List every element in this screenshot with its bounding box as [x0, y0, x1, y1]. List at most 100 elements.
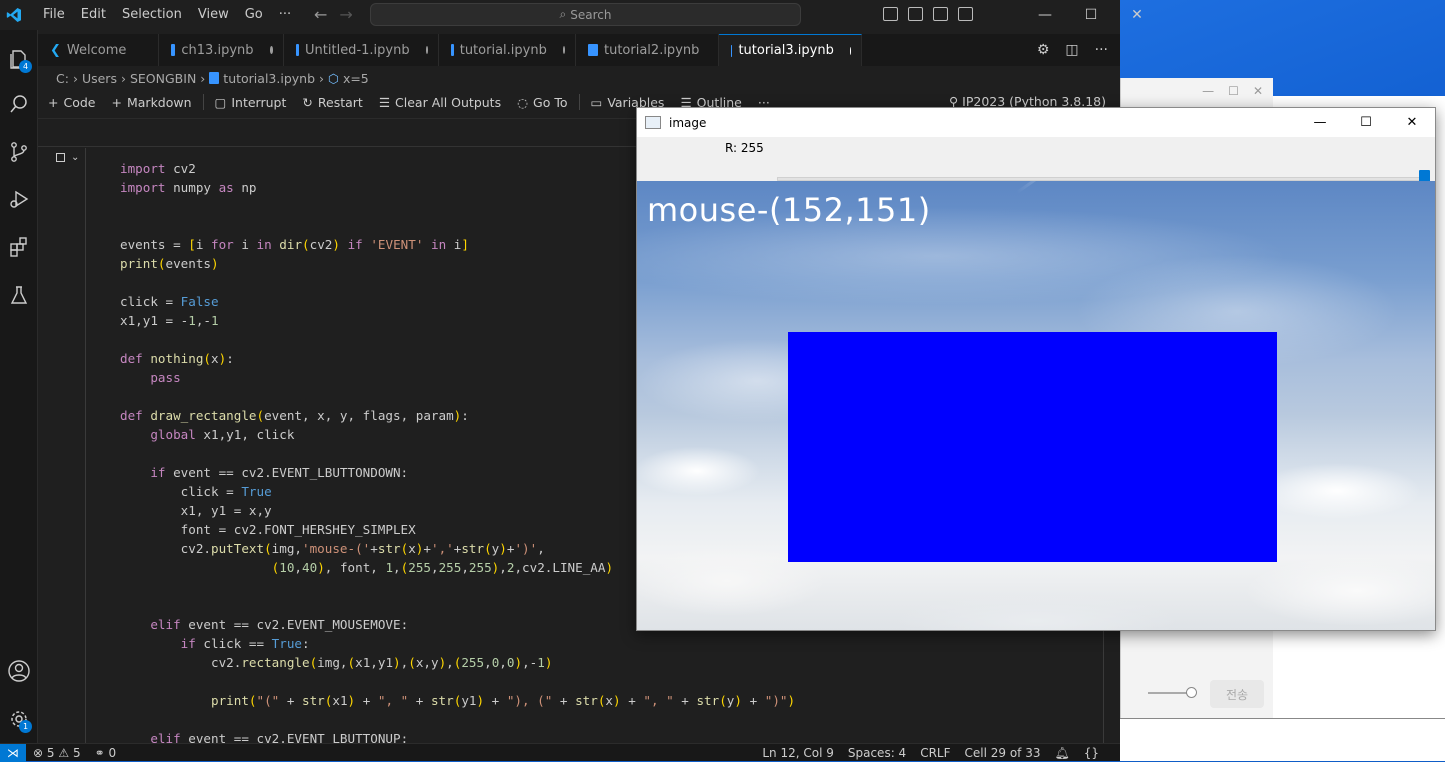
- command-search[interactable]: ⌕ Search: [370, 3, 801, 26]
- status-bar: ⋊ ⊗ 5 ⚠ 5 ⚭ 0 Ln 12, Col 9 Spaces: 4 CRL…: [0, 743, 1120, 762]
- toggle-secondary-sidebar-icon[interactable]: [933, 7, 948, 21]
- menu-selection[interactable]: Selection: [114, 0, 190, 30]
- go-to-button[interactable]: ◌ Go To: [509, 95, 575, 110]
- chevron-right-icon: ›: [319, 70, 325, 86]
- stop-square-icon: ▢: [214, 94, 227, 110]
- variables-icon: ▭: [590, 94, 603, 110]
- add-markdown-cell-button[interactable]: + Markdown: [104, 95, 200, 110]
- code-line[interactable]: print("(" + str(x1) + ", " + str(y1) + "…: [120, 691, 795, 710]
- problems-status[interactable]: ⊗ 5 ⚠ 5: [26, 746, 88, 760]
- braces-icon[interactable]: {}: [1077, 746, 1106, 760]
- customize-layout-icon[interactable]: [958, 7, 973, 21]
- cell-run-status-icon[interactable]: [56, 153, 65, 162]
- breadcrumb-users[interactable]: Users: [82, 71, 117, 86]
- account-icon[interactable]: [0, 652, 38, 690]
- notebook-icon: [588, 44, 598, 56]
- image-window-title: image: [669, 115, 707, 130]
- breadcrumb-user[interactable]: SEONGBIN: [130, 71, 196, 86]
- button-label: Markdown: [126, 94, 192, 110]
- close-icon[interactable]: ✕: [1389, 108, 1435, 137]
- trackbar-r: R: 255: [637, 137, 1435, 190]
- split-editor-icon[interactable]: ◫: [1065, 42, 1078, 58]
- chevron-down-icon[interactable]: ⌄: [71, 152, 79, 163]
- settings-gear-icon[interactable]: 1: [0, 700, 38, 738]
- code-line[interactable]: [120, 710, 795, 729]
- cell-position[interactable]: Cell 29 of 33: [958, 746, 1048, 760]
- minimize-icon[interactable]: —: [1028, 0, 1062, 30]
- close-icon[interactable]: ✕: [1253, 84, 1263, 100]
- maximize-icon[interactable]: ☐: [1343, 108, 1389, 137]
- tab-welcome[interactable]: ❮ Welcome: [38, 34, 159, 66]
- tab-label: tutorial2.ipynb: [604, 42, 700, 58]
- cell-controls: ⌄: [56, 152, 79, 163]
- notifications-bell-icon[interactable]: 🔔︎: [1047, 746, 1076, 760]
- code-line[interactable]: if click == True:: [120, 634, 795, 653]
- cursor-position[interactable]: Ln 12, Col 9: [755, 746, 841, 760]
- menu-file[interactable]: File: [35, 0, 73, 30]
- unsaved-dot-icon[interactable]: [562, 46, 565, 54]
- unsaved-dot-icon[interactable]: [849, 46, 851, 55]
- warning-icon: ⚠: [58, 745, 70, 760]
- line-ending[interactable]: CRLF: [913, 746, 957, 760]
- background-strip: [1120, 718, 1445, 761]
- maximize-icon[interactable]: ☐: [1074, 0, 1108, 30]
- interrupt-button[interactable]: ▢ Interrupt: [207, 95, 295, 110]
- image-window-titlebar[interactable]: image — ☐ ✕: [637, 108, 1435, 137]
- ports-status[interactable]: ⚭ 0: [88, 746, 124, 760]
- background-slider-knob[interactable]: [1186, 687, 1197, 698]
- notebook-icon: [209, 72, 220, 84]
- tab-tutorial2[interactable]: tutorial2.ipynb: [576, 34, 719, 66]
- notebook-icon: [296, 44, 300, 56]
- explorer-icon[interactable]: 4: [0, 40, 38, 78]
- sky-image-canvas[interactable]: mouse-(152,151): [637, 181, 1435, 630]
- maximize-icon[interactable]: ☐: [1228, 84, 1239, 100]
- unsaved-dot-icon[interactable]: [425, 46, 428, 54]
- forward-arrow-icon[interactable]: →: [339, 5, 352, 24]
- go-to-icon: ◌: [517, 94, 529, 110]
- testing-flask-icon[interactable]: [0, 276, 38, 314]
- send-button[interactable]: 전송: [1210, 680, 1264, 708]
- opencv-image-window[interactable]: image — ☐ ✕ R: 255 mouse-(152,151): [636, 107, 1436, 631]
- breadcrumb-drive[interactable]: C:: [56, 71, 69, 86]
- tab-untitled-1[interactable]: Untitled-1.ipynb: [284, 34, 439, 66]
- search-icon[interactable]: [0, 85, 38, 123]
- minimize-icon[interactable]: —: [1202, 84, 1214, 100]
- button-label: Go To: [533, 94, 568, 110]
- code-line[interactable]: cv2.rectangle(img,(x1,y1),(x,y),(255,0,0…: [120, 653, 795, 672]
- close-icon[interactable]: ✕: [1120, 0, 1154, 30]
- toggle-panel-icon[interactable]: [908, 7, 923, 21]
- unsaved-dot-icon[interactable]: [269, 46, 273, 54]
- sky-light-streak: [1016, 181, 1231, 194]
- indentation[interactable]: Spaces: 4: [841, 746, 913, 760]
- plus-icon: +: [48, 94, 59, 110]
- menu-go[interactable]: Go: [237, 0, 271, 30]
- remote-icon[interactable]: ⋊: [0, 743, 26, 762]
- add-code-cell-button[interactable]: + Code: [40, 95, 104, 110]
- tab-tutorial3[interactable]: tutorial3.ipynb: [719, 34, 862, 66]
- button-label: Interrupt: [231, 94, 287, 110]
- minimize-icon[interactable]: —: [1297, 108, 1343, 137]
- restart-button[interactable]: ↻ Restart: [294, 95, 370, 110]
- menu-bar: File Edit Selection View Go ···: [35, 0, 299, 30]
- source-control-icon[interactable]: [0, 133, 38, 171]
- vscode-logo-icon: ❮: [50, 42, 61, 58]
- code-line[interactable]: [120, 672, 795, 691]
- menu-view[interactable]: View: [190, 0, 237, 30]
- activity-bar: 4 1: [0, 30, 38, 761]
- menu-more[interactable]: ···: [271, 0, 299, 30]
- menu-edit[interactable]: Edit: [73, 0, 114, 30]
- window-app-icon: [645, 116, 661, 129]
- clear-all-outputs-button[interactable]: ☰ Clear All Outputs: [371, 95, 509, 110]
- tab-ch13[interactable]: ch13.ipynb: [159, 34, 284, 66]
- breadcrumb-file[interactable]: tutorial3.ipynb: [223, 71, 315, 86]
- more-actions-icon[interactable]: ···: [1095, 42, 1108, 58]
- toggle-primary-sidebar-icon[interactable]: [883, 7, 898, 21]
- extensions-icon[interactable]: [0, 228, 38, 266]
- chevron-right-icon: ›: [120, 70, 126, 86]
- search-placeholder: Search: [570, 7, 612, 22]
- run-debug-icon[interactable]: [0, 180, 38, 218]
- notebook-settings-gear-icon[interactable]: ⚙: [1037, 42, 1050, 58]
- back-arrow-icon[interactable]: ←: [314, 5, 327, 24]
- tab-tutorial[interactable]: tutorial.ipynb: [439, 34, 576, 66]
- breadcrumb-symbol[interactable]: x=5: [343, 71, 369, 86]
